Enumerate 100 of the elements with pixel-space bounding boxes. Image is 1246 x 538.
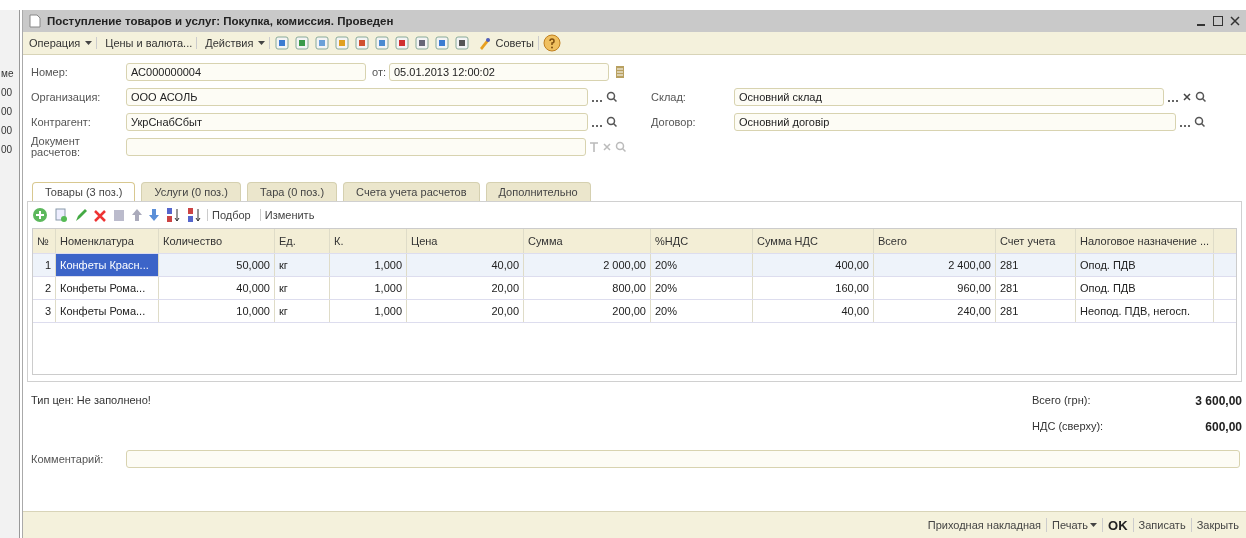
column-header[interactable]: №: [33, 229, 56, 253]
tab[interactable]: Счета учета расчетов: [343, 182, 480, 201]
table-cell: 40,00: [753, 300, 874, 322]
search-icon[interactable]: [1195, 90, 1207, 104]
tab[interactable]: Товары (3 поз.): [32, 182, 136, 201]
search-icon[interactable]: [1194, 115, 1206, 129]
field-label: Номер:: [31, 66, 69, 78]
table-cell: Конфеты Рома...: [56, 300, 159, 322]
warehouse-field[interactable]: Основний склад: [734, 88, 1164, 106]
column-header[interactable]: Сумма НДС: [753, 229, 874, 253]
tab[interactable]: Услуги (0 поз.): [141, 182, 241, 201]
toolbar-icon[interactable]: [294, 35, 311, 51]
delete-icon[interactable]: [93, 207, 107, 223]
table-cell: кг: [275, 277, 330, 299]
tab[interactable]: Дополнительно: [485, 182, 591, 201]
background-window-text: 00: [1, 125, 14, 136]
table-cell: Конфеты Рома...: [56, 277, 159, 299]
organization-field[interactable]: ООО АСОЛЬ: [126, 88, 588, 106]
table-cell: 2 000,00: [524, 254, 651, 276]
table-cell: Опод. ПДВ: [1076, 277, 1214, 299]
footer-button[interactable]: Печать: [1047, 519, 1103, 531]
counterparty-field[interactable]: УкрСнабСбыт: [126, 113, 588, 131]
pencil-icon[interactable]: [74, 207, 88, 223]
toolbar-menu-button[interactable]: Цены и валюта...: [101, 37, 198, 49]
background-window-text: 00: [1, 144, 14, 155]
copy-icon[interactable]: [53, 207, 69, 223]
search-icon[interactable]: [606, 90, 618, 104]
table-cell: 800,00: [524, 277, 651, 299]
table-cell: 20%: [651, 300, 753, 322]
calendar-icon[interactable]: [613, 63, 627, 81]
toolbar-icon[interactable]: [394, 35, 411, 51]
table-toolbar-button[interactable]: Изменить: [259, 209, 319, 221]
column-header[interactable]: Номенклатура: [56, 229, 159, 253]
table-cell: 200,00: [524, 300, 651, 322]
table-cell: 1,000: [330, 300, 407, 322]
wand-icon[interactable]: [478, 36, 493, 50]
caret-icon[interactable]: [85, 40, 93, 46]
window-title: Поступление товаров и услуг: Покупка, комиссия. Проведен: [47, 15, 394, 27]
footer-button[interactable]: OK: [1103, 517, 1133, 533]
search-icon[interactable]: [606, 115, 618, 129]
table-toolbar-button[interactable]: Подбор: [207, 209, 255, 221]
arrow-down-icon[interactable]: [148, 207, 160, 223]
help-icon[interactable]: [542, 34, 561, 52]
total-value: 3 600,00: [1195, 394, 1242, 408]
column-header[interactable]: Сумма: [524, 229, 651, 253]
number-field[interactable]: АС000000004: [126, 63, 366, 81]
field-label: Контрагент:: [31, 116, 92, 128]
total-value: 600,00: [1205, 420, 1242, 434]
toolbar-icon[interactable]: [454, 35, 471, 51]
table-cell: 1,000: [330, 277, 407, 299]
toolbar-icon[interactable]: [374, 35, 391, 51]
column-header[interactable]: Всего: [874, 229, 996, 253]
toolbar-icon[interactable]: [414, 35, 431, 51]
column-header[interactable]: Цена: [407, 229, 524, 253]
background-window-text: 00: [1, 106, 14, 117]
table-cell: 10,000: [159, 300, 275, 322]
column-header[interactable]: %НДС: [651, 229, 753, 253]
toolbar-icon[interactable]: [354, 35, 371, 51]
caret-icon[interactable]: [1090, 522, 1098, 528]
field-label: Договор:: [651, 116, 697, 128]
settlement-document-field[interactable]: [126, 138, 586, 156]
date-field[interactable]: 05.01.2013 12:00:02: [389, 63, 609, 81]
table-cell: 240,00: [874, 300, 996, 322]
table-cell: 281: [996, 254, 1076, 276]
column-header[interactable]: Счет учета: [996, 229, 1076, 253]
caret-icon[interactable]: [258, 40, 266, 46]
tips-button[interactable]: Советы: [474, 36, 539, 50]
sort-ascending-icon[interactable]: [165, 207, 181, 223]
table-cell: 20%: [651, 277, 753, 299]
table-cell: 20,00: [407, 277, 524, 299]
total-label: Всего (грн):: [1032, 394, 1091, 408]
toolbar-icon[interactable]: [274, 35, 291, 51]
field-label: Документ расчетов:: [31, 136, 82, 158]
add-icon[interactable]: [32, 207, 48, 223]
column-header[interactable]: Количество: [159, 229, 275, 253]
tab[interactable]: Тара (0 поз.): [246, 182, 338, 201]
table-cell: 50,000: [159, 254, 275, 276]
document-icon: [29, 14, 41, 28]
sort-descending-icon[interactable]: [186, 207, 202, 223]
toolbar-menu-button[interactable]: Действия: [201, 37, 271, 49]
contract-field[interactable]: Основний договір: [734, 113, 1176, 131]
maximize-icon[interactable]: [1212, 15, 1224, 27]
toolbar-icon[interactable]: [434, 35, 451, 51]
close-icon[interactable]: [1230, 15, 1240, 27]
comment-field[interactable]: [126, 450, 1240, 468]
field-label: от:: [372, 66, 386, 78]
table-cell: 960,00: [874, 277, 996, 299]
toolbar-menu-button[interactable]: Операция: [25, 37, 98, 49]
column-header[interactable]: Ед.: [275, 229, 330, 253]
price-type-text: Тип цен: Не заполнено!: [31, 394, 151, 408]
table-cell: 40,000: [159, 277, 275, 299]
table-cell: 1,000: [330, 254, 407, 276]
field-label: Организация:: [31, 91, 102, 103]
footer-button[interactable]: Закрыть: [1191, 519, 1244, 531]
total-label: НДС (сверху):: [1032, 420, 1104, 434]
column-header[interactable]: Налоговое назначение ...: [1076, 229, 1214, 253]
table-cell: 2 400,00: [874, 254, 996, 276]
column-header[interactable]: К.: [330, 229, 407, 253]
footer-button[interactable]: Записать: [1133, 519, 1191, 531]
footer-button[interactable]: Приходная накладная: [922, 519, 1047, 531]
